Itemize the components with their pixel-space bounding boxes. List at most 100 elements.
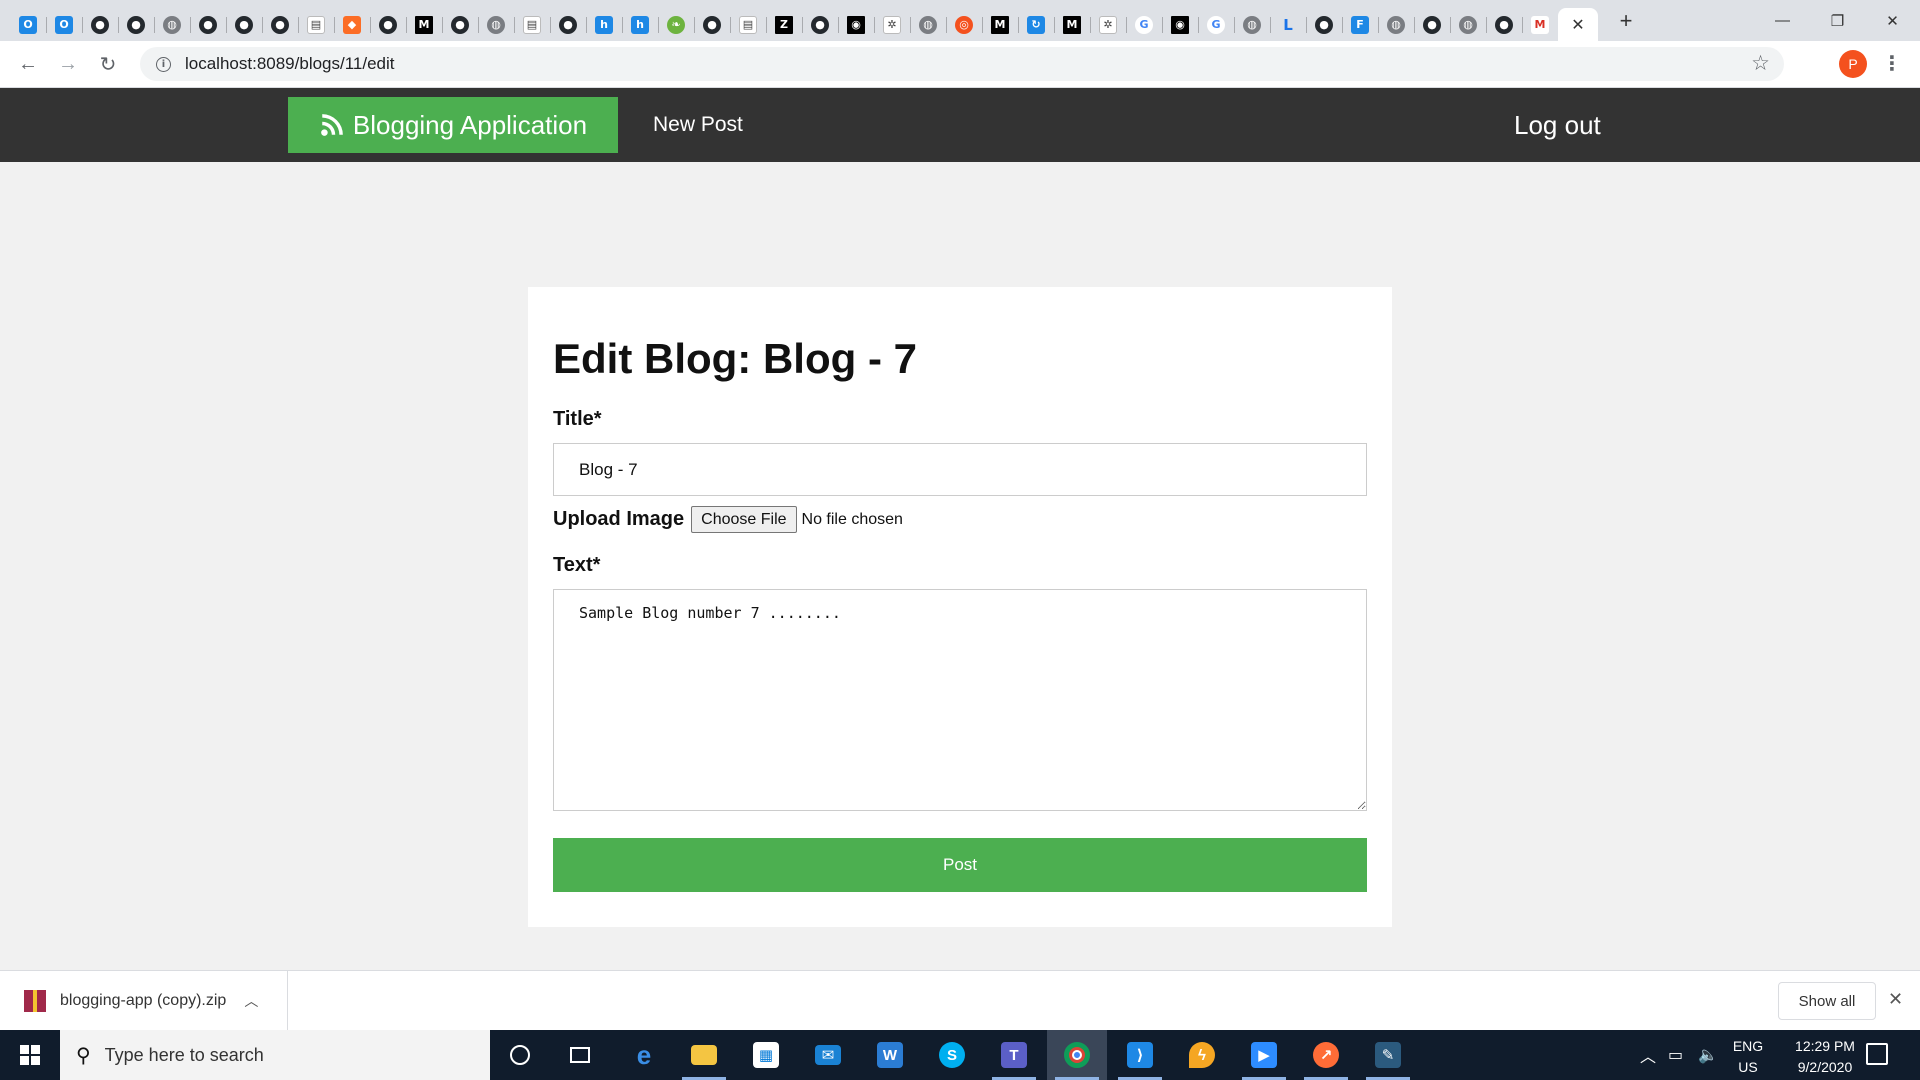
pinned-tab[interactable]: ▤ [298, 8, 334, 41]
pinned-tab[interactable]: ✲ [1090, 8, 1126, 41]
profile-avatar[interactable]: P [1839, 50, 1867, 78]
forward-icon[interactable]: → [48, 46, 88, 82]
file-explorer-icon[interactable] [674, 1030, 734, 1080]
pinned-tab[interactable]: ▤ [514, 8, 550, 41]
pinned-tab[interactable]: L [1270, 8, 1306, 41]
edge-icon[interactable]: e [614, 1030, 674, 1080]
site-info-icon[interactable]: i [156, 56, 171, 72]
task-view-icon[interactable] [550, 1030, 610, 1080]
back-icon[interactable]: ← [8, 46, 48, 82]
text-textarea[interactable]: Sample Blog number 7 ........ [553, 589, 1367, 811]
github-icon: ● [703, 15, 721, 34]
pinned-tab[interactable]: ◍ [1234, 8, 1270, 41]
refresh-icon: ↻ [1027, 15, 1045, 34]
reload-icon[interactable]: ↻ [88, 46, 128, 82]
zoom-icon[interactable]: ▶ [1234, 1030, 1294, 1080]
windows-logo-icon [20, 1045, 40, 1065]
pinned-tab[interactable]: ◍ [1450, 8, 1486, 41]
pinned-tab[interactable]: ◍ [478, 8, 514, 41]
logout-link[interactable]: Log out [1514, 88, 1601, 162]
brand-link[interactable]: Blogging Application [288, 97, 618, 153]
taskbar-search[interactable]: ⚲ Type here to search [60, 1030, 490, 1080]
doc-icon: ▤ [307, 15, 325, 34]
chevron-up-icon[interactable]: ︿ [244, 991, 258, 1011]
text-label: Text* [553, 554, 601, 576]
url-field[interactable]: i localhost:8089/blogs/11/edit ☆ [140, 47, 1784, 81]
window-controls: — ❐ ✕ [1755, 0, 1920, 41]
cortana-icon[interactable] [490, 1030, 550, 1080]
store-icon[interactable]: ▦ [736, 1030, 796, 1080]
sql-app-icon[interactable]: ✎ [1358, 1030, 1418, 1080]
new-post-link[interactable]: New Post [653, 88, 743, 162]
pinned-tab[interactable]: ● [442, 8, 478, 41]
pinned-tab[interactable]: ● [1306, 8, 1342, 41]
pinned-tab[interactable]: ◉ [1162, 8, 1198, 41]
tray-chevron-up-icon[interactable]: ︿ [1640, 1030, 1656, 1080]
choose-file-button[interactable]: Choose File [691, 506, 797, 533]
active-tab-close-icon[interactable]: ✕ [1558, 8, 1598, 41]
pinned-tab[interactable]: ◉ [838, 8, 874, 41]
show-all-button[interactable]: Show all [1778, 982, 1876, 1020]
pinned-tab[interactable]: M [1522, 8, 1558, 41]
title-input[interactable] [553, 443, 1367, 496]
pinned-tab[interactable]: h [622, 8, 658, 41]
globe-icon: ◍ [1387, 15, 1405, 34]
network-icon[interactable]: ▭ [1668, 1030, 1683, 1080]
mail-icon[interactable]: ✉ [798, 1030, 858, 1080]
close-download-bar-icon[interactable]: ✕ [1888, 989, 1903, 1010]
bookmark-star-icon[interactable]: ☆ [1751, 51, 1770, 76]
start-button[interactable] [0, 1030, 60, 1080]
teams-icon[interactable]: T [984, 1030, 1044, 1080]
pinned-tab[interactable]: h [586, 8, 622, 41]
github-icon: ● [1423, 15, 1441, 34]
postman-icon[interactable]: ↗ [1296, 1030, 1356, 1080]
pinned-tab[interactable]: ❧ [658, 8, 694, 41]
pinned-tab[interactable]: M [406, 8, 442, 41]
vscode-icon[interactable]: ⟩ [1110, 1030, 1170, 1080]
input-language[interactable]: ENG US [1728, 1036, 1768, 1078]
pinned-tab[interactable]: ● [1486, 8, 1522, 41]
pinned-tab[interactable]: ↻ [1018, 8, 1054, 41]
pinned-tab[interactable]: ● [82, 8, 118, 41]
pinned-tab[interactable]: ◍ [1378, 8, 1414, 41]
pinned-tab[interactable]: F [1342, 8, 1378, 41]
post-button[interactable]: Post [553, 838, 1367, 892]
pinned-tab[interactable]: ▤ [730, 8, 766, 41]
pinned-tab[interactable]: ● [802, 8, 838, 41]
pinned-tab[interactable]: ◍ [910, 8, 946, 41]
browser-menu-icon[interactable]: ⋮ [1882, 51, 1902, 76]
pinned-tab[interactable]: ● [694, 8, 730, 41]
minimize-icon[interactable]: — [1755, 0, 1810, 41]
pinned-tab[interactable]: Z [766, 8, 802, 41]
volume-icon[interactable]: 🔈 [1698, 1030, 1718, 1080]
pinned-tab[interactable]: ◍ [154, 8, 190, 41]
new-tab-plus-icon[interactable]: + [1610, 5, 1642, 37]
pinned-tab[interactable]: M [982, 8, 1018, 41]
pinned-tab[interactable]: ● [190, 8, 226, 41]
pinned-tab[interactable]: ◎ [946, 8, 982, 41]
pinned-tab[interactable]: ● [370, 8, 406, 41]
download-item[interactable]: blogging-app (copy).zip ︿ [0, 971, 288, 1031]
pinned-tab[interactable]: G [1198, 8, 1234, 41]
pinned-tab[interactable]: ● [1414, 8, 1450, 41]
pinned-tab[interactable]: O [46, 8, 82, 41]
pinned-tab[interactable]: ● [226, 8, 262, 41]
download-file-name: blogging-app (copy).zip [60, 992, 227, 1009]
restore-icon[interactable]: ❐ [1810, 0, 1865, 41]
word-icon[interactable]: W [860, 1030, 920, 1080]
pinned-tab[interactable]: O [10, 8, 46, 41]
medium-icon: M [415, 15, 433, 34]
skype-icon[interactable]: S [922, 1030, 982, 1080]
pinned-tab[interactable]: ● [550, 8, 586, 41]
pinned-tab[interactable]: ✲ [874, 8, 910, 41]
globe-icon: ◍ [487, 15, 505, 34]
pinned-tab[interactable]: G [1126, 8, 1162, 41]
chrome-icon[interactable] [1047, 1030, 1107, 1080]
pinned-tab[interactable]: ● [262, 8, 298, 41]
pinned-tab[interactable]: ● [118, 8, 154, 41]
flame-app-icon[interactable]: ϟ [1172, 1030, 1232, 1080]
pinned-tab[interactable]: M [1054, 8, 1090, 41]
close-window-icon[interactable]: ✕ [1865, 0, 1920, 41]
notifications-icon[interactable] [1866, 1043, 1888, 1065]
pinned-tab[interactable]: ◆ [334, 8, 370, 41]
